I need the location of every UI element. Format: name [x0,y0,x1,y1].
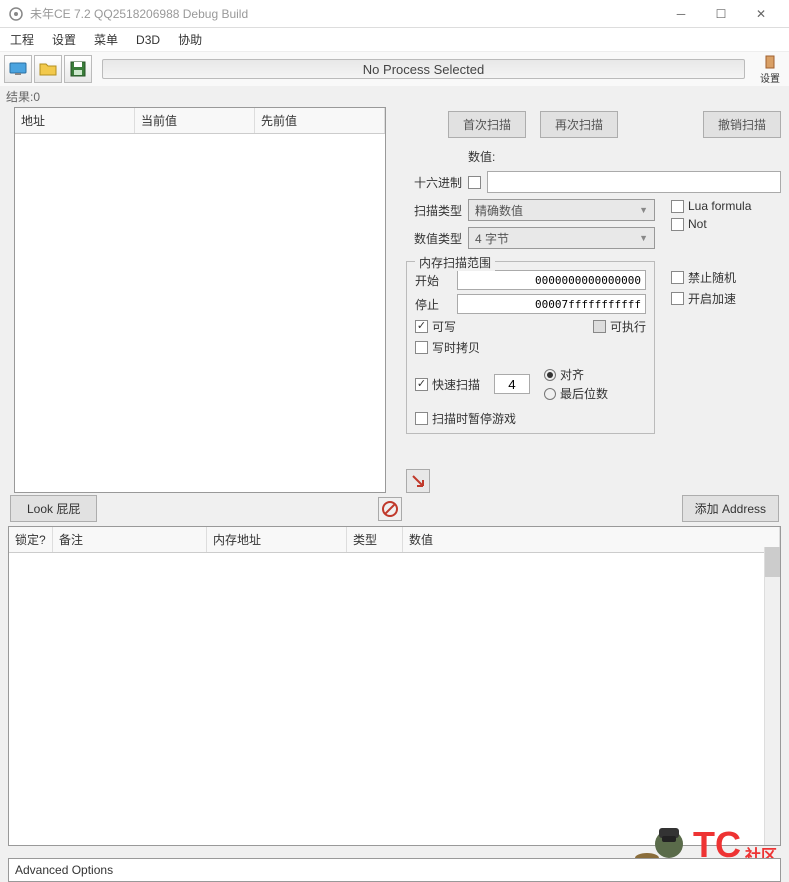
col-memaddr[interactable]: 内存地址 [207,527,347,552]
aligned-radio[interactable] [544,369,556,381]
window-title: 未年CE 7.2 QQ2518206988 Debug Build [30,5,661,22]
settings-button[interactable]: 设置 [755,52,785,86]
next-scan-button[interactable]: 再次扫描 [540,111,618,138]
last-digits-radio[interactable] [544,388,556,400]
enable-speed-row[interactable]: 开启加速 [671,290,781,307]
start-label: 开始 [415,272,451,289]
copy-on-write-checkbox[interactable] [415,341,428,354]
value-input[interactable] [487,171,781,193]
vertical-scrollbar[interactable] [764,547,780,845]
results-panel: 地址 当前值 先前值 [14,107,386,493]
open-file-button[interactable] [34,55,62,83]
middle-bar: Look 屁屁 添加 Address [0,493,789,524]
address-list-panel: 锁定? 备注 内存地址 类型 数值 [8,526,781,846]
toolbar: No Process Selected 设置 [0,52,789,86]
lua-formula-checkbox[interactable] [671,200,684,213]
fast-scan-value[interactable] [494,374,530,394]
memory-range-group: 内存扫描范围 开始 停止 可写 可执行 写时拷贝 [406,261,655,434]
fast-scan-checkbox[interactable] [415,378,428,391]
value-type-value: 4 字节 [475,230,509,247]
process-selector[interactable]: No Process Selected [102,59,745,79]
col-current-value[interactable]: 当前值 [135,108,255,133]
add-to-list-button[interactable] [406,469,430,493]
not-checkbox[interactable] [671,218,684,231]
memory-view-button[interactable] [378,497,402,521]
col-lock[interactable]: 锁定? [9,527,53,552]
start-input[interactable] [457,270,646,290]
undo-scan-button[interactable]: 撤销扫描 [703,111,781,138]
first-scan-button[interactable]: 首次扫描 [448,111,526,138]
aligned-row[interactable]: 对齐 [544,366,608,383]
scan-panel: 首次扫描 再次扫描 撤销扫描 数值: 十六进制 扫描类型 精确数值 ▼ [386,107,789,493]
disallow-random-row[interactable]: 禁止随机 [671,269,781,286]
menu-bar: 工程 设置 菜单 D3D 协助 [0,28,789,52]
fast-scan-row[interactable]: 快速扫描 [415,376,480,393]
col-value[interactable]: 数值 [403,527,780,552]
enable-speed-checkbox[interactable] [671,292,684,305]
executable-checkbox[interactable] [593,320,606,333]
process-text: No Process Selected [363,62,484,77]
look-button[interactable]: Look 屁屁 [10,495,97,522]
menu-settings[interactable]: 设置 [52,31,76,48]
copy-on-write-row[interactable]: 写时拷贝 [415,339,480,356]
col-type[interactable]: 类型 [347,527,403,552]
scan-type-label: 扫描类型 [406,202,462,219]
menu-d3d[interactable]: D3D [136,33,160,47]
writable-checkbox[interactable] [415,320,428,333]
chevron-down-icon: ▼ [639,205,648,215]
value-label: 数值: [468,148,495,165]
results-list[interactable] [15,134,385,492]
disallow-random-checkbox[interactable] [671,271,684,284]
stop-input[interactable] [457,294,646,314]
close-button[interactable]: ✕ [741,0,781,28]
not-row[interactable]: Not [671,217,781,231]
scan-type-value: 精确数值 [475,202,523,219]
results-count: 结果:0 [0,86,789,107]
col-note[interactable]: 备注 [53,527,207,552]
menu-help[interactable]: 协助 [178,31,202,48]
pause-on-scan-row[interactable]: 扫描时暂停游戏 [415,410,516,427]
executable-row[interactable]: 可执行 [593,318,646,335]
scan-type-dropdown[interactable]: 精确数值 ▼ [468,199,655,221]
stop-label: 停止 [415,296,451,313]
chevron-down-icon: ▼ [639,233,648,243]
minimize-button[interactable]: ─ [661,0,701,28]
writable-row[interactable]: 可写 [415,318,456,335]
open-process-button[interactable] [4,55,32,83]
value-type-dropdown[interactable]: 4 字节 ▼ [468,227,655,249]
value-type-label: 数值类型 [406,230,462,247]
hex-label: 十六进制 [406,174,462,191]
title-bar: 未年CE 7.2 QQ2518206988 Debug Build ─ ☐ ✕ [0,0,789,28]
hex-checkbox[interactable] [468,176,481,189]
advanced-options[interactable]: Advanced Options [8,858,781,882]
app-icon [8,6,24,22]
maximize-button[interactable]: ☐ [701,0,741,28]
add-address-button[interactable]: 添加 Address [682,495,779,522]
col-address[interactable]: 地址 [15,108,135,133]
col-previous-value[interactable]: 先前值 [255,108,385,133]
scrollbar-thumb[interactable] [765,547,780,577]
results-header: 地址 当前值 先前值 [15,108,385,134]
save-button[interactable] [64,55,92,83]
pause-on-scan-checkbox[interactable] [415,412,428,425]
menu-menu[interactable]: 菜单 [94,31,118,48]
address-list-body[interactable] [9,553,780,845]
last-digits-row[interactable]: 最后位数 [544,385,608,402]
lua-formula-row[interactable]: Lua formula [671,199,781,213]
address-list-header: 锁定? 备注 内存地址 类型 数值 [9,527,780,553]
settings-label: 设置 [760,70,780,85]
memory-range-legend: 内存扫描范围 [415,254,495,271]
menu-project[interactable]: 工程 [10,31,34,48]
